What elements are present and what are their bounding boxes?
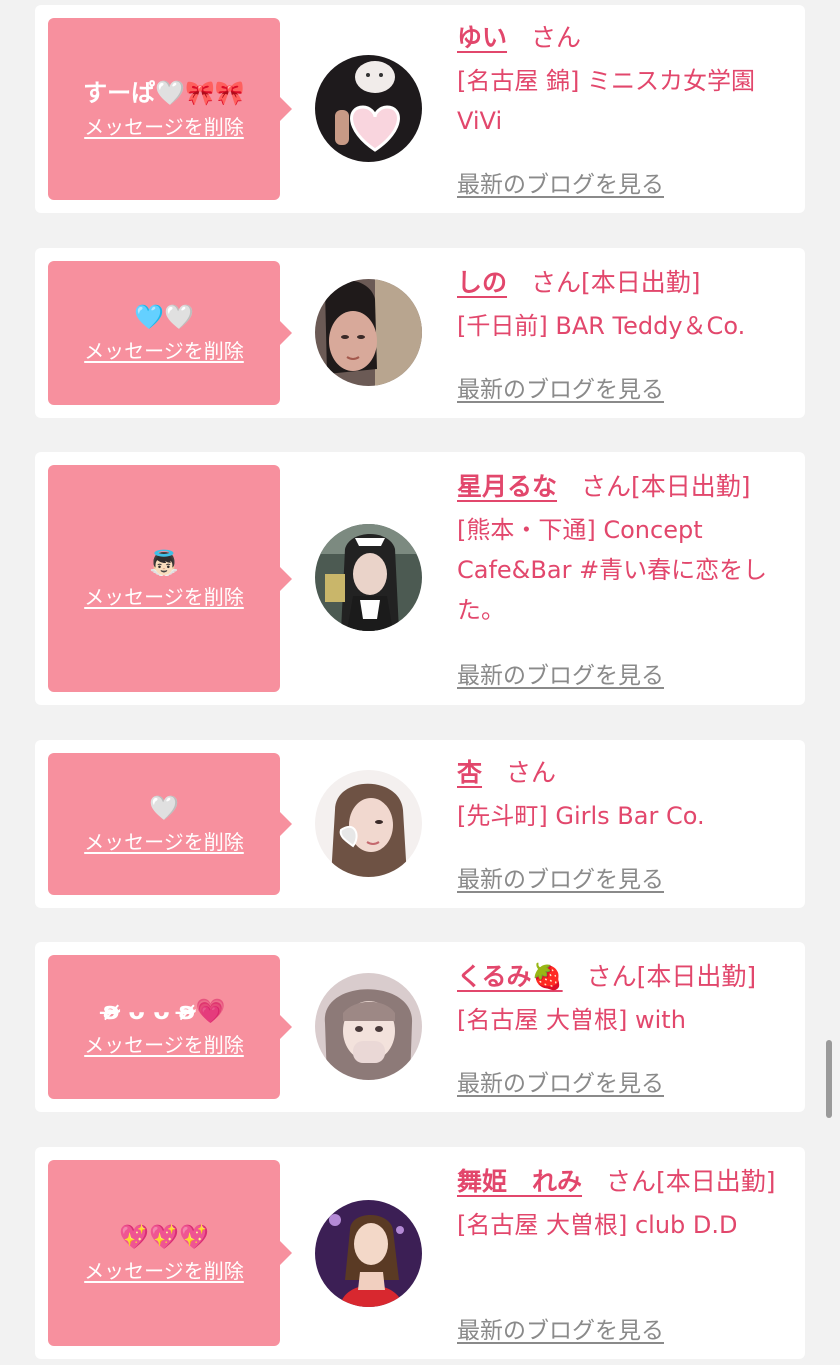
avatar[interactable] [315, 55, 422, 162]
list-item: 👼🏻 メッセージを削除 星月るな さん[本日出勤] [熊本・下通] Concept… [35, 452, 805, 705]
cast-info: 星月るな さん[本日出勤] [熊本・下通] Concept Cafe&Bar #青… [457, 468, 787, 630]
delete-message-link[interactable]: メッセージを削除 [84, 828, 244, 856]
attendance-status: [本日出勤] [631, 472, 751, 501]
shop-name: [名古屋 大曽根] club D.D [457, 1211, 738, 1239]
shop-name: [千日前] BAR Teddy＆Co. [457, 312, 746, 340]
avatar[interactable] [315, 524, 422, 631]
delete-message-link[interactable]: メッセージを削除 [84, 1031, 244, 1059]
latest-blog-link[interactable]: 最新のブログを見る [457, 1064, 664, 1098]
delete-message-link[interactable]: メッセージを削除 [84, 113, 244, 141]
cast-name-line: 星月るな さん[本日出勤] [457, 468, 787, 506]
attendance-status: [本日出勤] [656, 1167, 776, 1196]
delete-message-link[interactable]: メッセージを削除 [84, 1257, 244, 1285]
latest-blog-link[interactable]: 最新のブログを見る [457, 656, 664, 690]
message-text: 💖💖💖 [119, 1223, 209, 1251]
attendance-status: [本日出勤] [636, 962, 757, 991]
cast-info: 杏さん [先斗町] Girls Bar Co. [457, 754, 787, 836]
cast-name-line: ゆい さん [457, 19, 787, 57]
honorific: さん [531, 268, 582, 297]
message-bubble: 🤍 メッセージを削除 [48, 753, 292, 895]
delete-message-link[interactable]: メッセージを削除 [84, 337, 244, 365]
message-bubble: すーぱ🤍🎀🎀 メッセージを削除 [48, 18, 292, 200]
avatar[interactable] [315, 279, 422, 386]
message-text: 🤍 [149, 794, 179, 822]
list-item: 🩵🤍 メッセージを削除 しの さん[本日出勤] [千日前] BAR Teddy＆C… [35, 248, 805, 418]
message-text: 👼🏻 [149, 548, 179, 577]
list-item: ʚ̴̶̷̷ ᴗ ᴗ ʚ̴̶̷̷💗 メッセージを削除 くるみ🍓 さん[本日出勤] [… [35, 942, 805, 1112]
honorific: さん [531, 23, 582, 52]
cast-info: くるみ🍓 さん[本日出勤] [名古屋 大曽根] with [457, 958, 787, 1040]
message-bubble: 💖💖💖 メッセージを削除 [48, 1160, 292, 1346]
message-text: すーぱ🤍🎀🎀 [83, 79, 245, 107]
avatar[interactable] [315, 1200, 422, 1307]
latest-blog-link[interactable]: 最新のブログを見る [457, 370, 664, 404]
message-text: ʚ̴̶̷̷ ᴗ ᴗ ʚ̴̶̷̷💗 [102, 997, 226, 1025]
latest-blog-link[interactable]: 最新のブログを見る [457, 165, 664, 199]
cast-name-link[interactable]: しの [457, 268, 507, 297]
cast-info: 舞姫 れみ さん[本日出勤] [名古屋 大曽根] club D.D [457, 1163, 787, 1245]
cast-name-link[interactable]: くるみ🍓 [457, 962, 563, 991]
list-item: 💖💖💖 メッセージを削除 舞姫 れみ さん[本日出勤] [名古屋 大曽根] clu… [35, 1147, 805, 1359]
latest-blog-link[interactable]: 最新のブログを見る [457, 1311, 664, 1345]
avatar[interactable] [315, 973, 422, 1080]
message-bubble: ʚ̴̶̷̷ ᴗ ᴗ ʚ̴̶̷̷💗 メッセージを削除 [48, 955, 292, 1099]
cast-name-line: 杏さん [457, 754, 787, 792]
cast-name-line: 舞姫 れみ さん[本日出勤] [457, 1163, 787, 1201]
cast-name-link[interactable]: 舞姫 れみ [457, 1167, 582, 1196]
cast-name-link[interactable]: 杏 [457, 758, 482, 787]
shop-name: [熊本・下通] Concept Cafe&Bar #青い春に恋をした。 [457, 516, 768, 624]
cast-name-link[interactable]: ゆい [457, 23, 507, 52]
honorific: さん [581, 472, 632, 501]
honorific: さん [606, 1167, 657, 1196]
shop-name: [先斗町] Girls Bar Co. [457, 802, 705, 830]
latest-blog-link[interactable]: 最新のブログを見る [457, 860, 664, 894]
delete-message-link[interactable]: メッセージを削除 [84, 583, 244, 611]
attendance-status: [本日出勤] [581, 268, 701, 297]
message-bubble: 🩵🤍 メッセージを削除 [48, 261, 292, 405]
cast-name-line: くるみ🍓 さん[本日出勤] [457, 958, 787, 996]
honorific: さん [506, 758, 557, 787]
message-bubble: 👼🏻 メッセージを削除 [48, 465, 292, 692]
cast-name-link[interactable]: 星月るな [457, 472, 557, 501]
message-text: 🩵🤍 [134, 303, 194, 331]
avatar[interactable] [315, 770, 422, 877]
honorific: さん [586, 962, 637, 991]
cast-info: しの さん[本日出勤] [千日前] BAR Teddy＆Co. [457, 264, 787, 346]
cast-info: ゆい さん [名古屋 錦] ミニスカ女学園ViVi [457, 19, 787, 141]
list-item: すーぱ🤍🎀🎀 メッセージを削除 ゆい さん [名古屋 錦] ミニスカ女学園ViVi… [35, 5, 805, 213]
cast-name-line: しの さん[本日出勤] [457, 264, 787, 302]
list-item: 🤍 メッセージを削除 杏さん [先斗町] Girls Bar Co. 最新のブロ… [35, 740, 805, 908]
shop-name: [名古屋 錦] ミニスカ女学園ViVi [457, 67, 755, 135]
favorites-list: すーぱ🤍🎀🎀 メッセージを削除 ゆい さん [名古屋 錦] ミニスカ女学園ViVi… [0, 0, 840, 1365]
shop-name: [名古屋 大曽根] with [457, 1006, 686, 1034]
scrollbar[interactable] [826, 1040, 832, 1118]
